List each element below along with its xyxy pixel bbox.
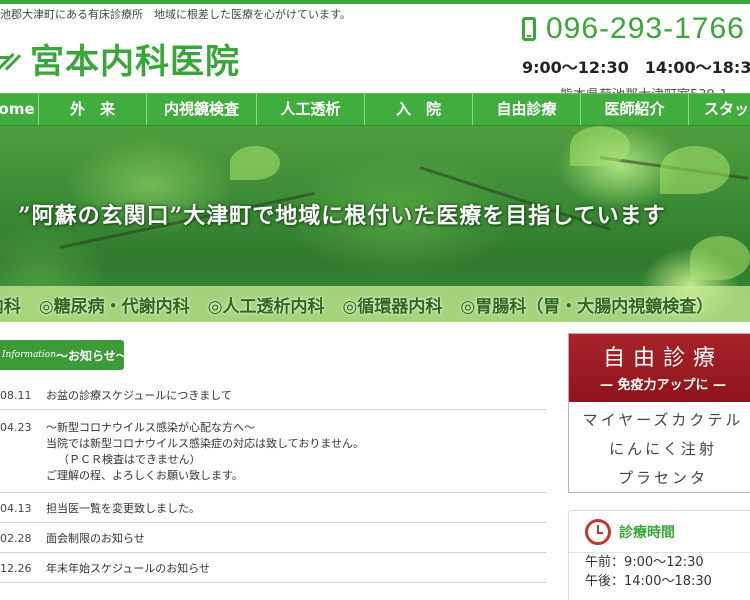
self-pay-subtitle: — 免疫力アップに — — [599, 378, 727, 393]
news-text: ご理解の程、よろしくお願い致します。 — [46, 469, 243, 482]
nav-item-inpatient[interactable]: 入 院 — [365, 94, 473, 125]
leaf-decoration — [230, 146, 280, 180]
news-date: 12.26 — [0, 562, 32, 575]
list-item[interactable]: 02.28 面会制限のお知らせ — [0, 523, 546, 553]
news-title[interactable]: ～新型コロナウイルス感染が心配な方へ～ — [46, 420, 546, 436]
list-item[interactable]: 12.26 年末年始スケジュールのお知らせ — [0, 553, 546, 583]
hero-title: ”阿蘇の玄関口”大津町で地域に根付いた医療を目指しています — [18, 203, 666, 229]
phone-number: 096-293-1766 — [546, 12, 745, 45]
news-title[interactable]: 年末年始スケジュールのお知らせ — [46, 561, 546, 577]
specialty-internal: ◎内科 — [0, 297, 21, 317]
leaf-decoration — [690, 236, 750, 280]
news-date: 04.23 — [0, 421, 32, 434]
specialty-cardio: ◎循環器内科 — [342, 297, 443, 317]
logo-text: 宮本内科医院 — [30, 41, 240, 82]
consultation-hours-box: 診療時間 午前：9:00～12:30 午後：14:00～18:30 — [568, 510, 750, 600]
specialty-dialysis: ◎人工透析内科 — [207, 297, 325, 317]
information-heading-jp: ～お知らせ～ — [56, 348, 128, 363]
nav-item-staff[interactable]: スタッフ — [689, 94, 750, 125]
self-pay-title: 自由診療 — [602, 346, 723, 371]
news-title[interactable]: 面会制限のお知らせ — [46, 531, 546, 547]
list-item[interactable]: 04.13 担当医一覧を変更致しました。 — [0, 493, 546, 523]
news-date: 04.13 — [0, 502, 32, 515]
hours-afternoon: 午後：14:00～18:30 — [585, 574, 712, 589]
nav-item-dialysis[interactable]: 人工透析 — [257, 94, 365, 125]
specialty-gastro: ◎胃腸科（胃・大腸内視鏡検査） — [460, 297, 714, 317]
information-heading: Information ～お知らせ～ — [0, 340, 128, 370]
logo-mark-icon — [0, 44, 24, 72]
specialty-band: ◎内科 ◎糖尿病・代謝内科 ◎人工透析内科 ◎循環器内科 ◎胃腸科（胃・大腸内視… — [0, 286, 750, 322]
hero-banner: ”阿蘇の玄関口”大津町で地域に根付いた医療を目指しています ◎内科 ◎糖尿病・代… — [0, 126, 750, 322]
leaf-decoration — [660, 146, 730, 194]
news-title[interactable]: お盆の診療スケジュールにつきまして — [46, 388, 546, 404]
self-pay-banner[interactable]: 自由診療 — 免疫力アップに — マイヤーズカクテル にんにく注射 プラセンタ — [568, 333, 750, 493]
self-pay-item[interactable]: マイヤーズカクテル — [569, 406, 750, 435]
header-contact: 096-293-1766 9:00～12:30 14:00～18:30 熊本県菊… — [522, 12, 750, 103]
news-title[interactable]: 担当医一覧を変更致しました。 — [46, 501, 546, 517]
self-pay-item[interactable]: プラセンタ — [569, 464, 750, 493]
self-pay-item[interactable]: にんにく注射 — [569, 435, 750, 464]
top-accent-bar — [0, 0, 750, 4]
global-nav: Home 外 来 内視鏡検査 人工透析 入 院 自由診療 医師紹介 スタッフ — [0, 93, 750, 126]
self-pay-banner-head: 自由診療 — 免疫力アップに — — [569, 334, 750, 402]
leaf-decoration — [570, 126, 630, 166]
site-tagline: 池郡大津町にある有床診療所 地域に根差した医療を心がけています。 — [0, 8, 351, 21]
site-logo[interactable]: 宮本内科医院 — [0, 36, 240, 82]
news-text: 当院では新型コロナウイルス感染症の対応は致しておりません。 — [46, 437, 365, 450]
smartphone-icon — [522, 17, 536, 41]
consultation-hours-title: 診療時間 — [619, 524, 675, 541]
specialty-diabetes: ◎糖尿病・代謝内科 — [38, 297, 190, 317]
list-item[interactable]: 04.23 ～新型コロナウイルス感染が心配な方へ～ 当院では新型コロナウイルス感… — [0, 410, 546, 493]
phone-number-link[interactable]: 096-293-1766 — [522, 12, 750, 46]
nav-item-home[interactable]: Home — [0, 94, 39, 125]
nav-item-outpatient[interactable]: 外 来 — [39, 94, 147, 125]
news-text: （ＰＣＲ検査はできません） — [58, 453, 201, 466]
header-hours: 9:00～12:30 14:00～18:30 — [522, 58, 750, 77]
clock-icon — [585, 518, 611, 545]
nav-item-doctors[interactable]: 医師紹介 — [581, 94, 689, 125]
news-date: 02.28 — [0, 532, 32, 545]
news-date: 08.11 — [0, 389, 32, 402]
nav-item-self-pay[interactable]: 自由診療 — [473, 94, 581, 125]
hours-morning: 午前：9:00～12:30 — [585, 555, 704, 570]
information-heading-en: Information — [2, 350, 57, 360]
news-list: 08.11 お盆の診療スケジュールにつきまして 04.23 ～新型コロナウイルス… — [0, 381, 546, 583]
list-item[interactable]: 08.11 お盆の診療スケジュールにつきまして — [0, 381, 546, 410]
nav-item-endoscopy[interactable]: 内視鏡検査 — [147, 94, 257, 125]
